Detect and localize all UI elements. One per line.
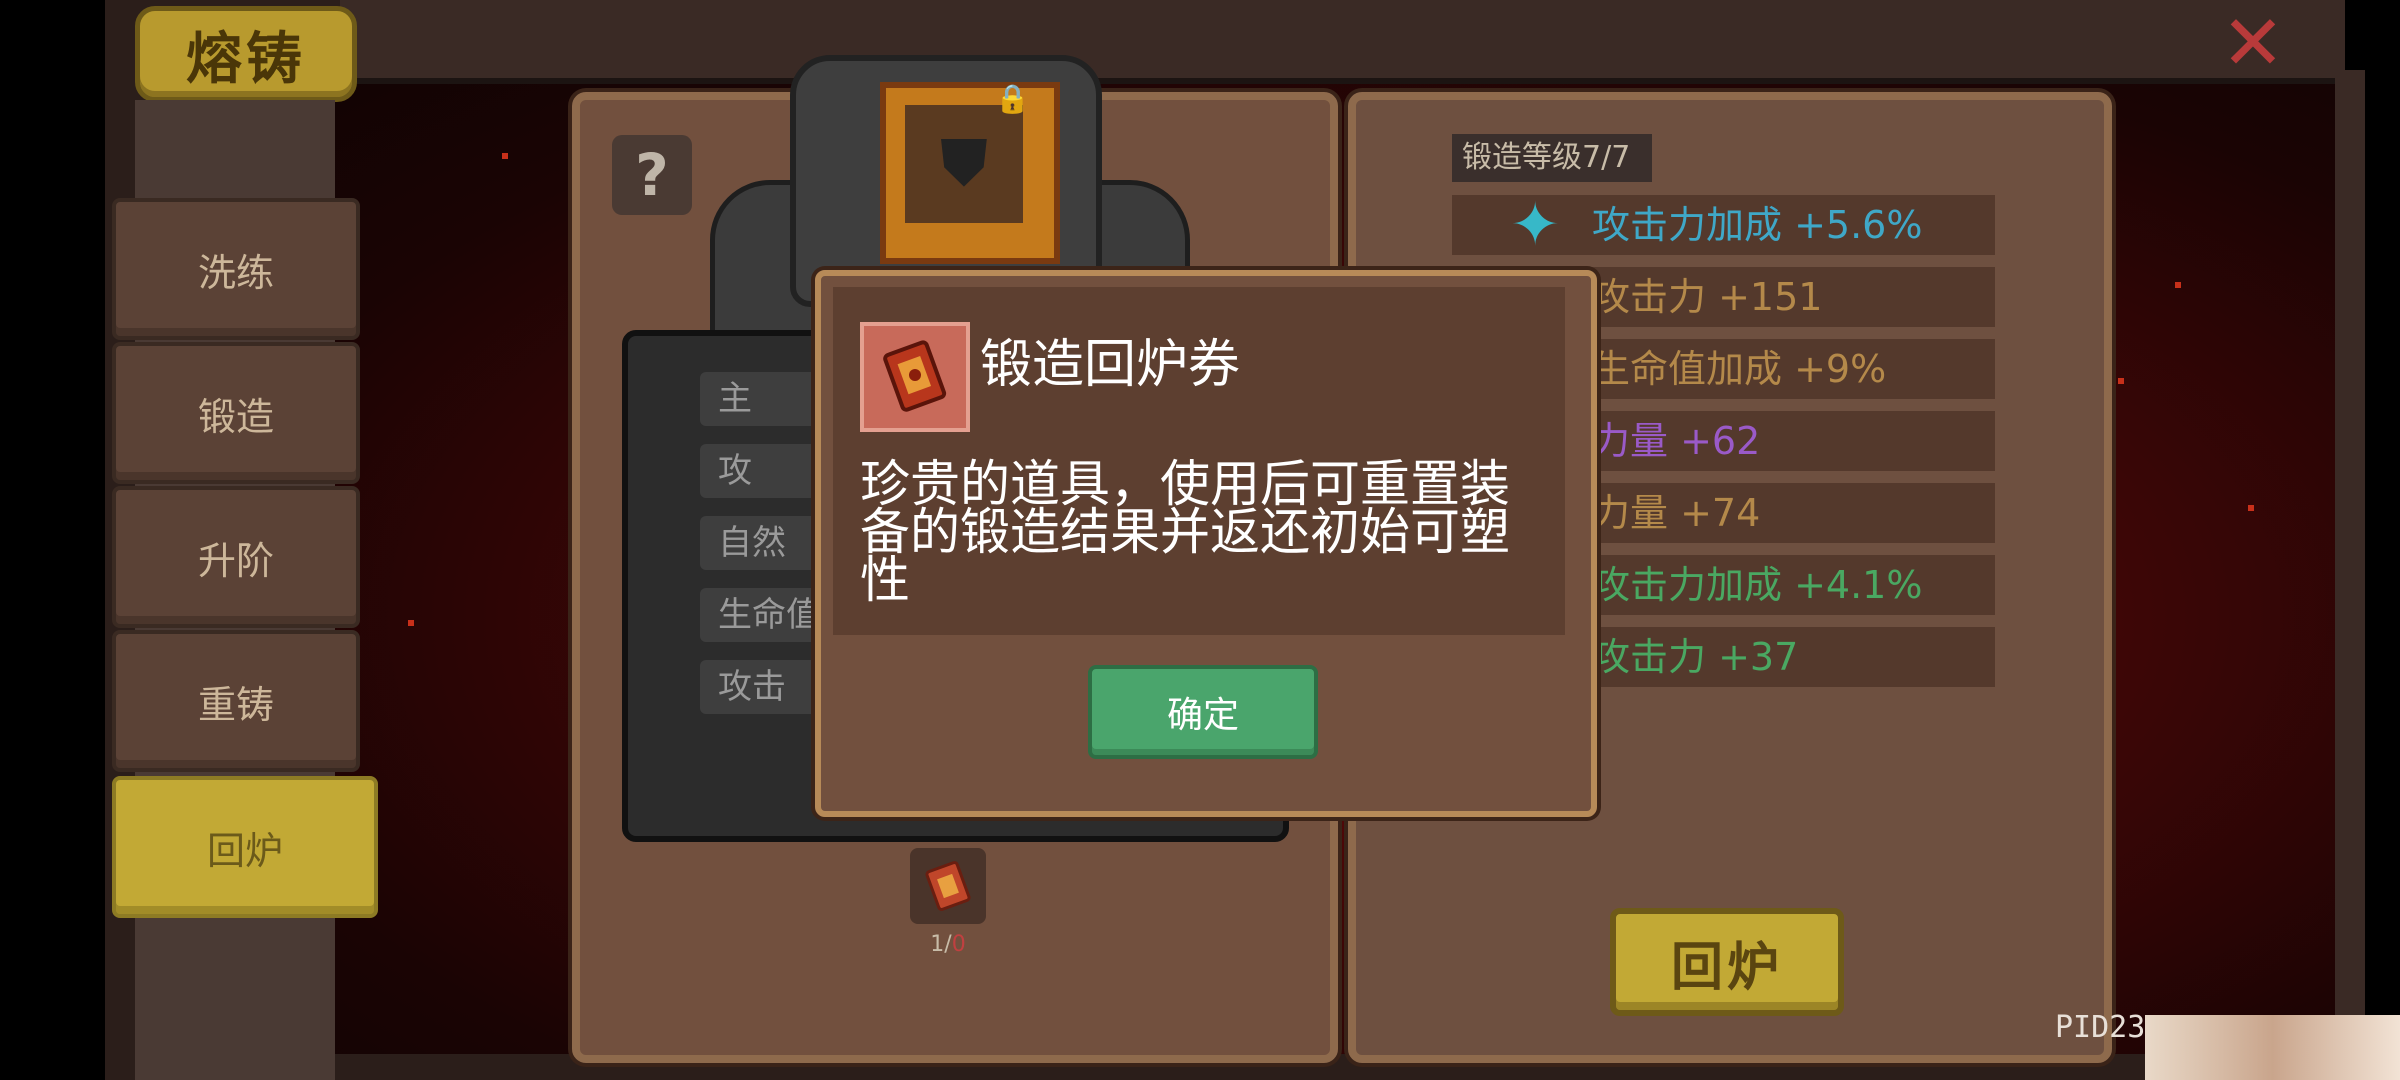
blurred-corner [2145,1015,2400,1080]
star-icon: ✦ [1510,190,1561,260]
page-title: 熔铸 [135,6,357,102]
ember [2248,505,2254,511]
sidebar-item-forge[interactable]: 锻造 [112,342,360,484]
attribute-text: 攻击力加成 +4.1% [1592,563,1923,607]
attribute-text: 力量 +62 [1592,419,1761,463]
confirm-button[interactable]: 确定 [1088,665,1318,759]
forge-level-label: 锻造等级7/7 [1452,134,1652,182]
ember [2175,282,2181,288]
armor-icon: ⛊ [940,127,988,201]
sidebar-item-recast[interactable]: 重铸 [112,630,360,772]
right-edge [2335,70,2365,1080]
attribute-text: 攻击力 +37 [1592,635,1799,679]
attribute-text: 攻击力加成 +5.6% [1592,203,1923,247]
attribute-text: 攻击力 +151 [1592,275,1823,319]
item-name: 锻造回炉券 [980,335,1241,395]
sidebar-item-smelt[interactable]: 回炉 [112,776,378,918]
smelt-button[interactable]: 回炉 [1610,908,1844,1016]
attribute-text: 生命值加成 +9% [1592,347,1887,391]
ember [408,620,414,626]
sidebar-item-refine[interactable]: 洗练 [112,198,360,340]
recast-ticket-icon [925,861,971,911]
lock-icon: 🔒 [995,82,1030,115]
item-description: 珍贵的道具，使用后可重置装备的锻造结果并返还初始可塑性 [860,455,1510,609]
attribute-text: 力量 +74 [1592,491,1761,535]
ember [2118,378,2124,384]
close-icon[interactable]: ✕ [2218,5,2288,81]
sidebar-item-upgrade[interactable]: 升阶 [112,486,360,628]
ticket-count: 1/0 [930,932,966,957]
equipment-slot[interactable]: ⛊ [905,105,1023,223]
player-id: PID23 [2055,1010,2146,1045]
top-bar [340,0,2345,84]
recast-ticket-slot[interactable] [910,848,986,924]
ember [502,153,508,159]
item-icon-frame [860,322,970,432]
help-button[interactable]: ? [612,135,692,215]
recast-ticket-icon [883,340,947,412]
